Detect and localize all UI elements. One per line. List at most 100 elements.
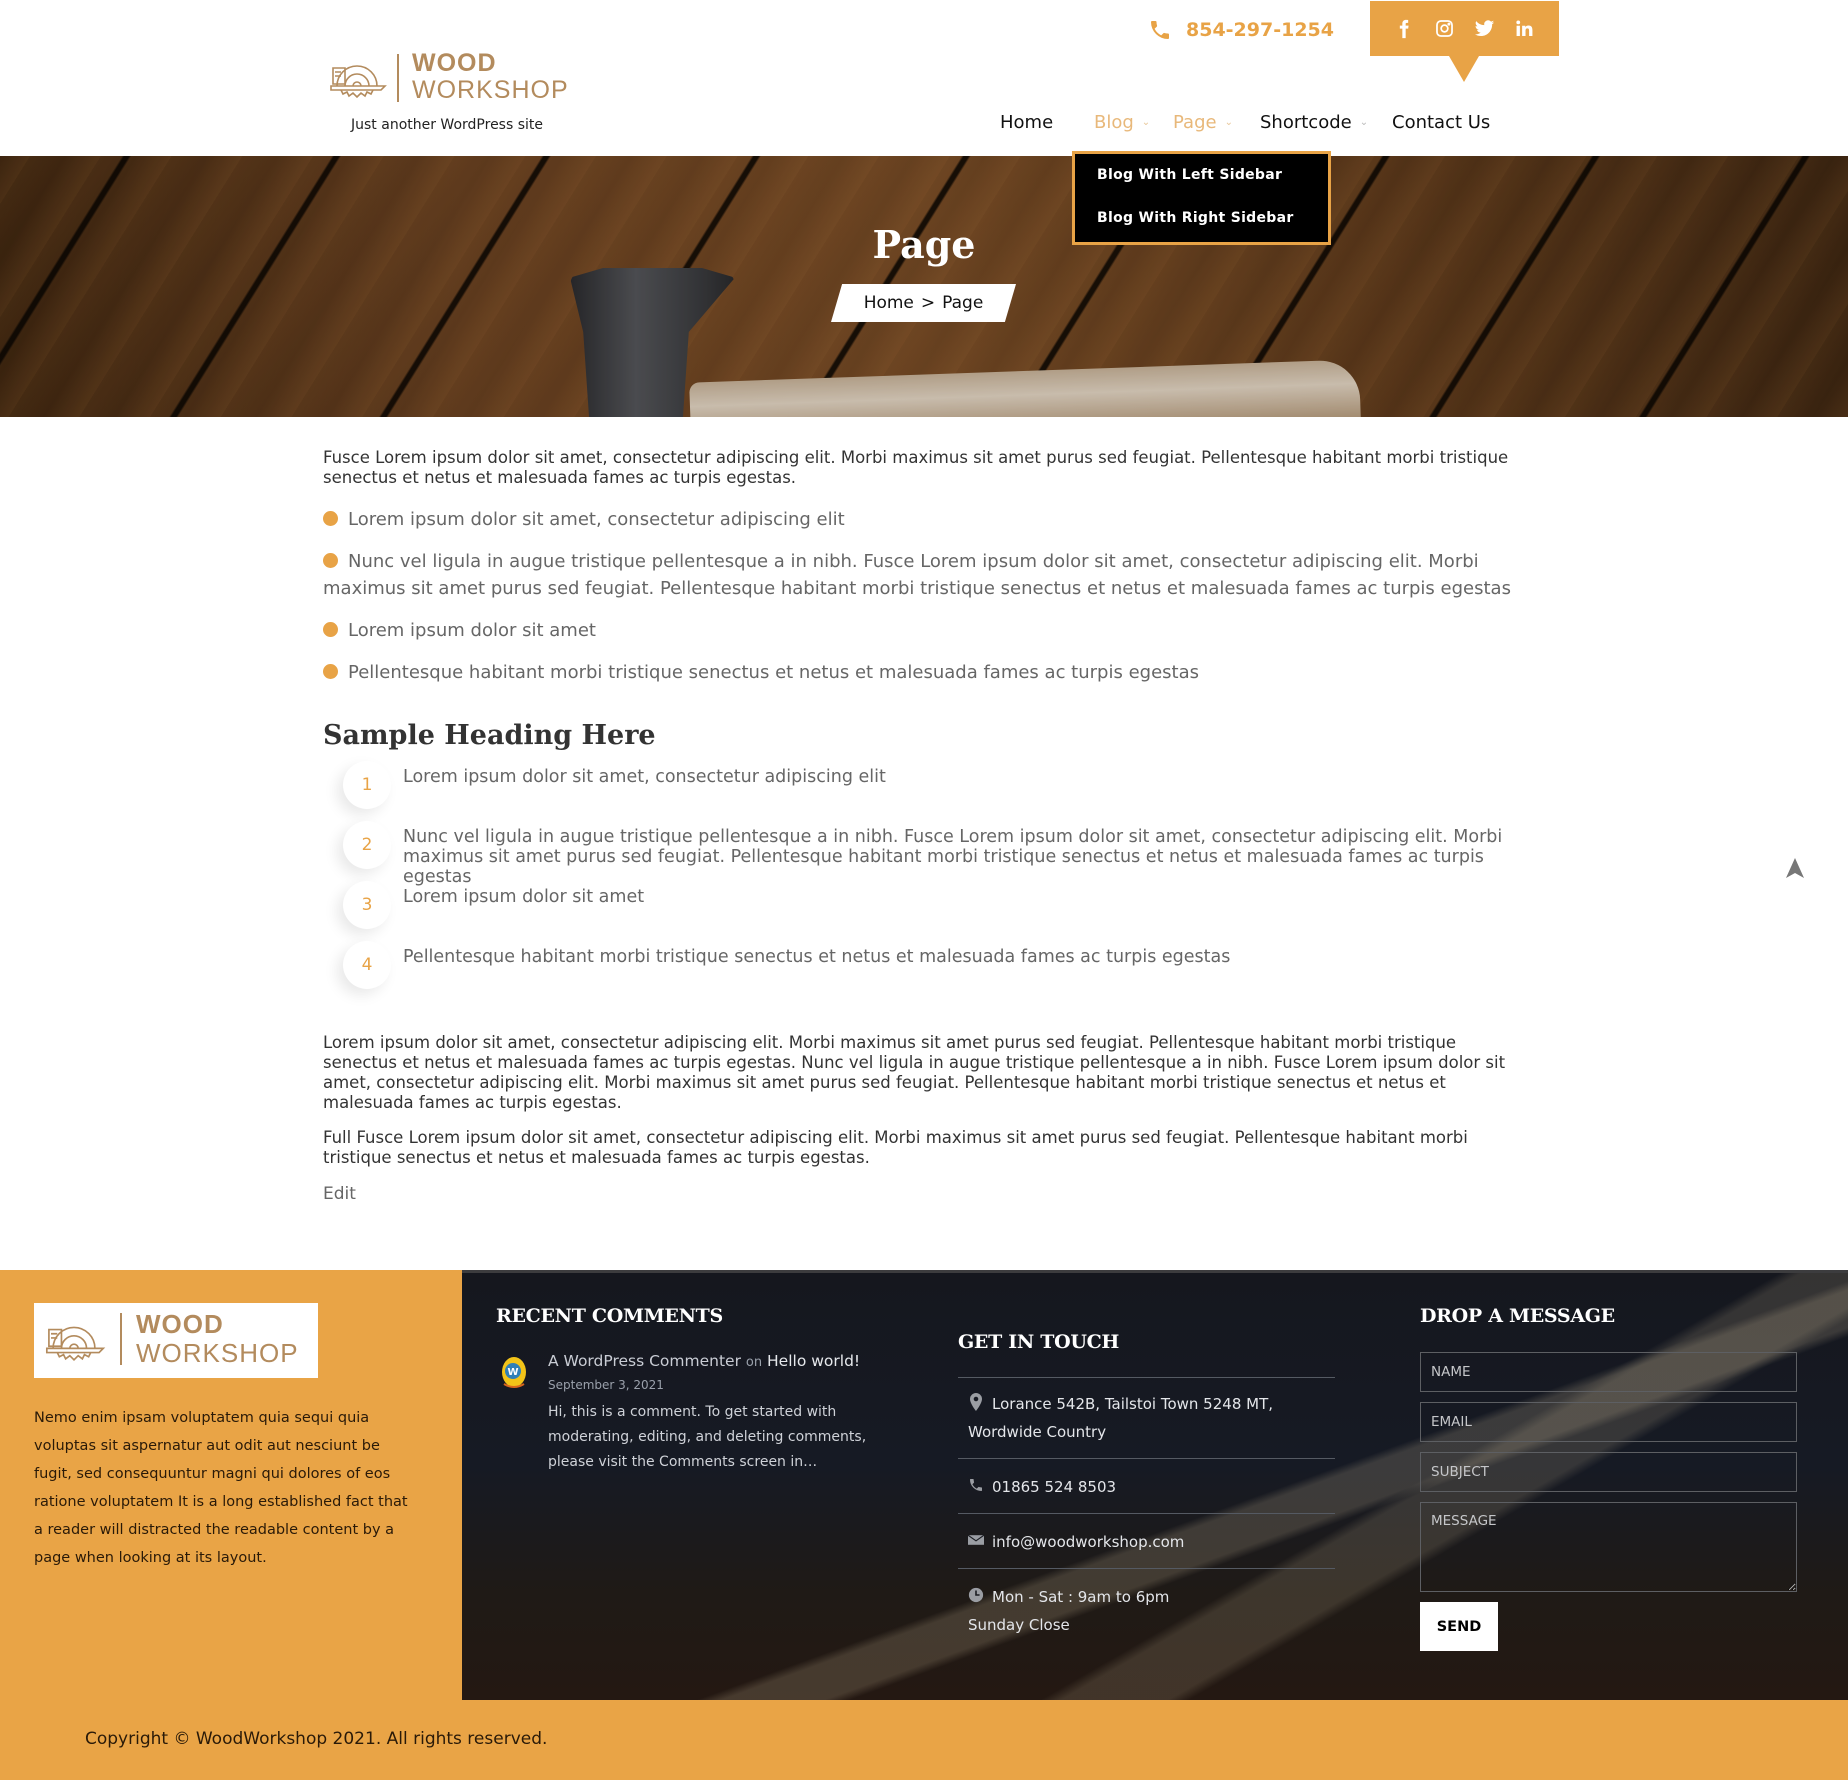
comment-excerpt: Hi, this is a comment. To get started wi… — [548, 1404, 867, 1470]
logo-line-1: WOOD — [136, 1309, 224, 1339]
body-paragraph: Lorem ipsum dolor sit amet, consectetur … — [323, 1033, 1506, 1112]
contact-address-text: Lorance 542B, Tailstoi Town 5248 MT, Wor… — [968, 1395, 1274, 1441]
site-logo[interactable]: WOOD WORKSHOP — [327, 50, 577, 108]
name-input[interactable] — [1420, 1352, 1797, 1392]
site-tagline: Just another WordPress site — [351, 117, 544, 133]
email-input[interactable] — [1420, 1402, 1797, 1442]
breadcrumb-current: Page — [942, 293, 984, 313]
bullet-text: Pellentesque habitant morbi tristique se… — [348, 662, 1199, 683]
comment-author-link[interactable]: A WordPress Commenter — [548, 1352, 741, 1370]
bullet-item: Nunc vel ligula in augue tristique pelle… — [323, 548, 1523, 602]
contact-phone-text: 01865 524 8503 — [992, 1478, 1117, 1496]
footer-about-text: Nemo enim ipsam voluptatem quia sequi qu… — [34, 1410, 408, 1566]
site-header: WOOD WORKSHOP Just another WordPress sit… — [0, 0, 1848, 156]
intro-paragraph: Fusce Lorem ipsum dolor sit amet, consec… — [323, 448, 1509, 487]
bullet-dot-icon — [323, 622, 338, 637]
copyright-text: Copyright © WoodWorkshop 2021. All right… — [85, 1729, 548, 1749]
number-badge: 1 — [343, 761, 391, 809]
contact-hours: Mon - Sat : 9am to 6pm Sunday Close — [958, 1568, 1335, 1651]
message-textarea[interactable] — [1420, 1502, 1797, 1592]
recent-comments-title: RECENT COMMENTS — [496, 1305, 723, 1327]
logo-line-1: WOOD — [412, 49, 497, 77]
phone-icon — [1151, 21, 1169, 39]
footer-logo-wordmark: WOOD WORKSHOP — [136, 1310, 299, 1368]
breadcrumb-home-link[interactable]: Home — [864, 293, 914, 313]
bullet-text: Lorem ipsum dolor sit amet, consectetur … — [348, 509, 845, 530]
subject-input[interactable] — [1420, 1452, 1797, 1492]
numbered-item-text: Pellentesque habitant morbi tristique se… — [403, 947, 1231, 967]
header-phone-link[interactable]: 854-297-1254 — [1148, 15, 1334, 45]
page-content: Fusce Lorem ipsum dolor sit amet, consec… — [323, 448, 1523, 1204]
chevron-down-icon: ⌄ — [1224, 117, 1233, 128]
contact-phone: 01865 524 8503 — [958, 1458, 1335, 1513]
edit-link[interactable]: Edit — [323, 1184, 356, 1204]
nav-label: Page — [1173, 112, 1217, 133]
nav-label: Shortcode — [1260, 112, 1352, 133]
bullet-list: Lorem ipsum dolor sit amet, consectetur … — [323, 506, 1523, 686]
numbered-item: 3 Lorem ipsum dolor sit amet — [323, 881, 1523, 943]
twitter-icon[interactable] — [1474, 18, 1496, 40]
numbered-item: 1 Lorem ipsum dolor sit amet, consectetu… — [323, 761, 1523, 823]
comment-heading: A WordPress Commenter on Hello world! — [548, 1352, 860, 1370]
bullet-dot-icon — [323, 511, 338, 526]
page-title: Page — [872, 222, 976, 267]
nav-item-page[interactable]: Page ⌄ — [1173, 112, 1233, 133]
dropdown-item-blog-right-sidebar[interactable]: Blog With Right Sidebar — [1097, 207, 1328, 250]
section-heading: Sample Heading Here — [323, 720, 656, 751]
page-hero-banner: Page Home > Page — [0, 156, 1848, 417]
social-links — [1370, 1, 1559, 56]
contact-email-link[interactable]: info@woodworkshop.com — [992, 1533, 1184, 1551]
bullet-dot-icon — [323, 553, 338, 568]
nav-label: Home — [1000, 112, 1054, 133]
bullet-item: Pellentesque habitant morbi tristique se… — [323, 659, 1523, 686]
nav-label: Blog — [1094, 112, 1134, 133]
map-pin-icon — [970, 1393, 982, 1411]
header-phone-number: 854-297-1254 — [1186, 19, 1334, 41]
comment-post-link[interactable]: Hello world! — [767, 1352, 860, 1370]
social-bar-pointer — [1449, 56, 1479, 82]
facebook-icon[interactable] — [1393, 18, 1415, 40]
chevron-down-icon: ⌄ — [1141, 117, 1151, 128]
phone-icon — [970, 1479, 982, 1491]
footer-logo[interactable]: WOOD WORKSHOP — [34, 1303, 318, 1378]
drop-message-title: DROP A MESSAGE — [1420, 1305, 1615, 1327]
contact-hours-line2: Sunday Close — [968, 1616, 1070, 1634]
instagram-icon[interactable] — [1433, 18, 1455, 40]
body-paragraph: Full Fusce Lorem ipsum dolor sit amet, c… — [323, 1128, 1468, 1167]
numbered-item: 4 Pellentesque habitant morbi tristique … — [323, 941, 1523, 1003]
logo-divider — [397, 54, 399, 102]
nav-item-shortcode[interactable]: Shortcode ⌄ — [1260, 112, 1368, 133]
logo-divider — [120, 1313, 122, 1365]
svg-text:W: W — [507, 1367, 518, 1378]
logo-line-2: WORKSHOP — [412, 76, 569, 104]
contact-list: Lorance 542B, Tailstoi Town 5248 MT, Wor… — [958, 1377, 1335, 1651]
bullet-dot-icon — [323, 664, 338, 679]
nav-item-blog[interactable]: Blog ⌄ — [1094, 112, 1150, 133]
numbered-item-text: Nunc vel ligula in augue tristique pelle… — [403, 827, 1503, 887]
contact-address: Lorance 542B, Tailstoi Town 5248 MT, Wor… — [958, 1377, 1335, 1458]
contact-form: SEND — [1420, 1352, 1797, 1651]
commenter-avatar-icon: W — [502, 1357, 526, 1388]
arrow-up-icon — [1786, 858, 1804, 878]
number-badge: 2 — [343, 821, 391, 869]
numbered-item-text: Lorem ipsum dolor sit amet — [403, 887, 645, 907]
dropdown-item-blog-left-sidebar[interactable]: Blog With Left Sidebar — [1097, 164, 1328, 207]
bullet-text: Lorem ipsum dolor sit amet — [348, 620, 596, 641]
nav-item-contact-us[interactable]: Contact Us — [1392, 112, 1490, 133]
breadcrumb: Home > Page — [831, 284, 1016, 322]
bullet-item: Lorem ipsum dolor sit amet, consectetur … — [323, 506, 1523, 533]
blog-dropdown-menu: Blog With Left Sidebar Blog With Right S… — [1072, 151, 1331, 245]
contact-email: info@woodworkshop.com — [958, 1513, 1335, 1568]
send-button[interactable]: SEND — [1420, 1602, 1498, 1651]
comment-on-label: on — [745, 1355, 763, 1370]
numbered-item: 2 Nunc vel ligula in augue tristique pel… — [323, 821, 1523, 887]
contact-hours-line1: Mon - Sat : 9am to 6pm — [992, 1588, 1170, 1606]
clock-icon — [968, 1587, 984, 1603]
bullet-text: Nunc vel ligula in augue tristique pelle… — [323, 551, 1511, 599]
circular-saw-icon — [330, 65, 387, 99]
linkedin-icon[interactable] — [1514, 18, 1536, 40]
envelope-icon — [967, 1534, 985, 1545]
chevron-down-icon: ⌄ — [1359, 117, 1369, 128]
scroll-to-top-button[interactable] — [1783, 856, 1807, 880]
nav-item-home[interactable]: Home — [1000, 112, 1053, 133]
